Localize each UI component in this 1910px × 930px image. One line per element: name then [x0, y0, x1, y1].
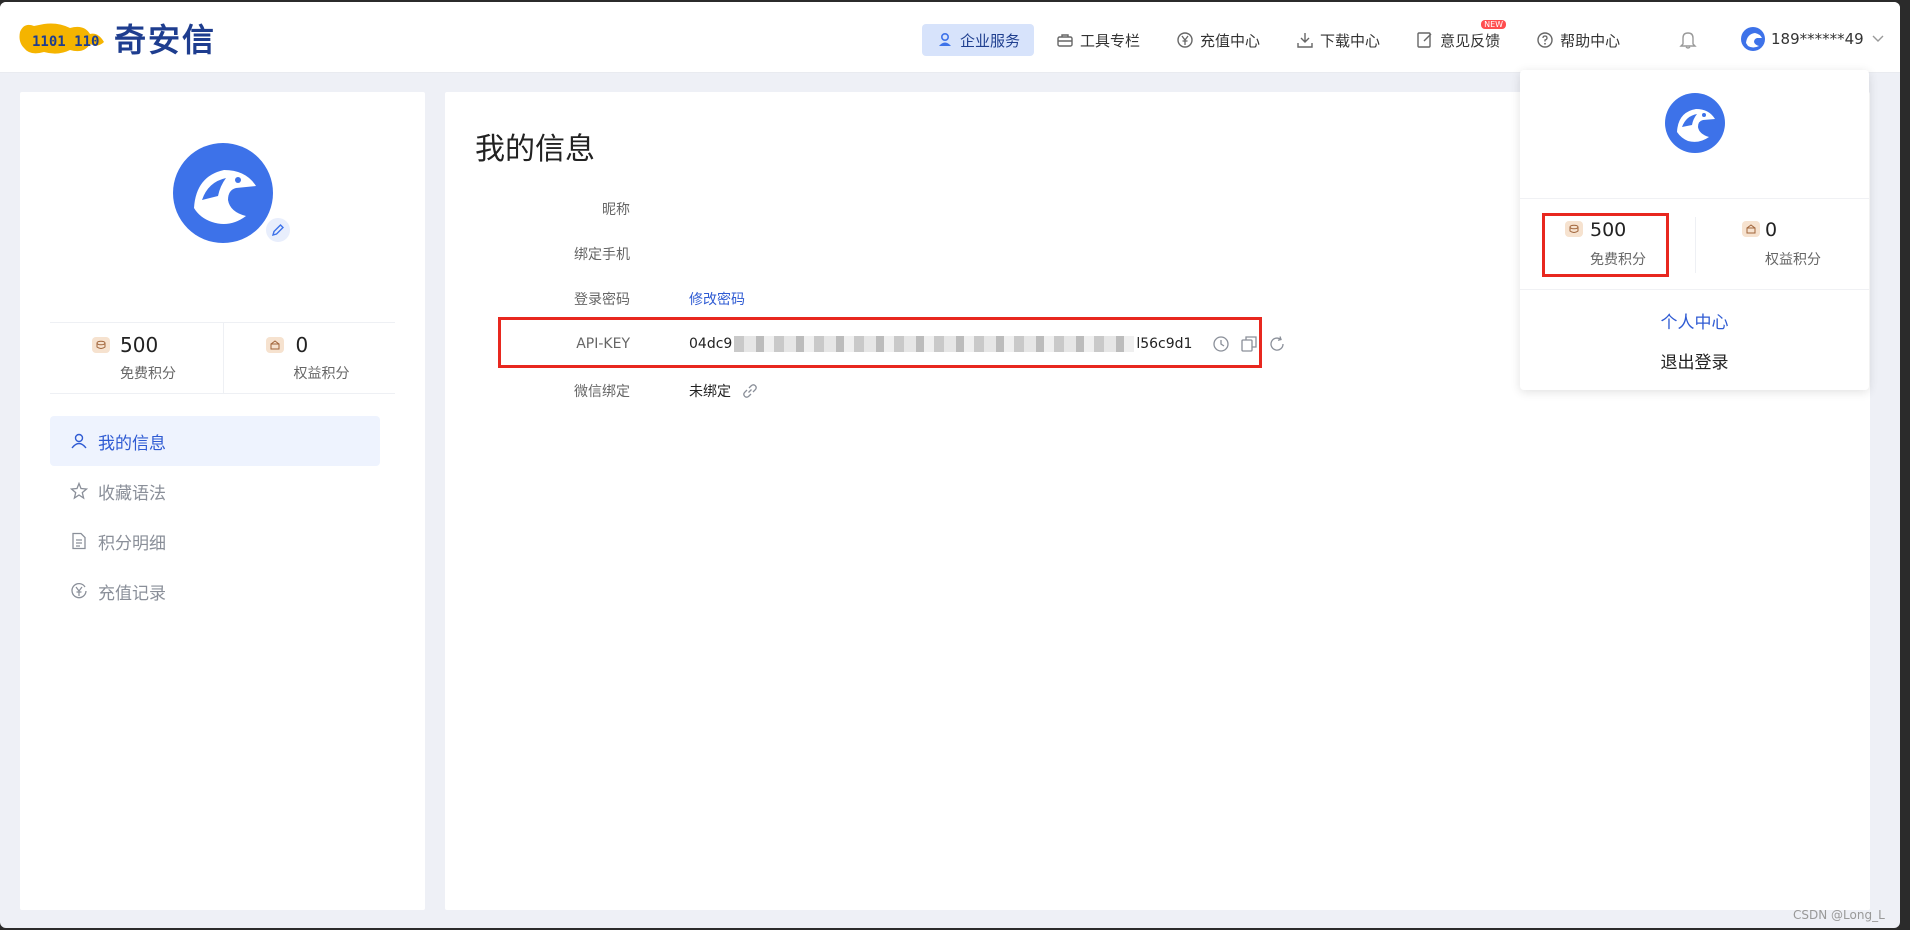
free-points-value: 500 [120, 333, 159, 357]
sidebar-item-recharge-record[interactable]: 充值记录 [50, 566, 380, 616]
gift-icon [265, 337, 284, 353]
sidebar-menu: 我的信息 收藏语法 积分明细 充值记录 [50, 416, 380, 616]
link-icon[interactable] [741, 382, 759, 400]
logout-link[interactable]: 退出登录 [1520, 348, 1869, 373]
change-password-link[interactable]: 修改密码 [689, 289, 745, 309]
coin-stack-icon [1565, 221, 1583, 237]
phone-label: 绑定手机 [574, 247, 630, 263]
pencil-icon [271, 224, 284, 237]
brand-name: 奇安信 [114, 21, 217, 59]
yen-coin-icon [1177, 32, 1193, 48]
sidebar-item-label: 积分明细 [98, 533, 166, 554]
nav-label: 企业服务 [960, 31, 1021, 50]
user-menu-trigger[interactable]: 189******49 [1740, 26, 1884, 52]
toolbox-icon [1057, 34, 1073, 47]
help-icon [1537, 32, 1553, 48]
feedback-icon [1417, 32, 1432, 48]
sidebar-item-my-info[interactable]: 我的信息 [50, 416, 380, 466]
nav-label: 下载中心 [1320, 31, 1381, 50]
nav-enterprise-service[interactable]: 企业服务 [922, 24, 1035, 56]
nav-help[interactable]: 帮助中心 [1522, 24, 1634, 56]
top-header: 1101 110 奇安信 企业服务 工具专栏 充值中心 下载中心 意见反馈 NE… [0, 2, 1900, 73]
rights-points-label: 权益积分 [293, 366, 350, 382]
apikey-redacted [734, 336, 1135, 352]
sidebar-item-label: 我的信息 [98, 433, 166, 454]
yen-coin-icon [71, 583, 87, 599]
personal-center-link[interactable]: 个人中心 [1520, 308, 1869, 333]
dropdown-avatar [1665, 93, 1725, 153]
user-dropdown-menu: 500 免费积分 0 权益积分 个人中心 退出登录 [1520, 70, 1869, 390]
edit-avatar-button[interactable] [264, 216, 292, 244]
apikey-value[interactable]: 04dc9 l56c9d1 [689, 335, 1286, 353]
watermark: CSDN @Long_L [1793, 908, 1885, 922]
wechat-row: 微信绑定 未绑定 [475, 379, 759, 403]
history-icon[interactable] [1212, 335, 1230, 353]
password-row: 登录密码 修改密码 [475, 287, 745, 311]
sidebar-item-points-detail[interactable]: 积分明细 [50, 516, 380, 566]
wechat-label: 微信绑定 [574, 384, 630, 400]
dd-free-points-label: 免费积分 [1590, 252, 1646, 268]
page-title: 我的信息 [475, 132, 595, 167]
password-label: 登录密码 [574, 292, 630, 308]
nav-download[interactable]: 下载中心 [1282, 24, 1394, 56]
free-points-stat: 500 免费积分 [50, 323, 223, 393]
apikey-prefix: 04dc9 [689, 336, 733, 352]
copy-icon[interactable] [1240, 335, 1258, 353]
refresh-icon[interactable] [1268, 335, 1286, 353]
nav-label: 帮助中心 [1560, 31, 1621, 50]
profile-avatar[interactable] [172, 142, 274, 244]
gift-icon [1742, 221, 1760, 237]
rights-points-value: 0 [295, 333, 309, 357]
dd-rights-points-label: 权益积分 [1765, 252, 1821, 268]
dd-free-points-value: 500 [1590, 219, 1627, 241]
browser-window: 1101 110 奇安信 企业服务 工具专栏 充值中心 下载中心 意见反馈 NE… [0, 2, 1900, 928]
dropdown-points: 500 免费积分 0 权益积分 [1520, 198, 1869, 290]
chevron-down-icon [1872, 35, 1884, 42]
nav-recharge[interactable]: 充值中心 [1162, 24, 1274, 56]
brand-logo[interactable]: 1101 110 奇安信 [18, 18, 217, 59]
nav-tools[interactable]: 工具专栏 [1042, 24, 1154, 56]
star-icon [70, 482, 88, 500]
new-badge: NEW [1481, 20, 1507, 29]
apikey-label: API-KEY [576, 336, 630, 352]
bell-icon[interactable] [1679, 30, 1697, 50]
coin-stack-icon [92, 337, 110, 353]
nav-label: 充值中心 [1200, 31, 1261, 50]
wechat-value: 未绑定 [689, 384, 731, 400]
sidebar-item-label: 收藏语法 [98, 483, 166, 504]
nav-label: 意见反馈 [1440, 31, 1501, 50]
enterprise-icon [939, 32, 951, 46]
logo-digits: 1101 110 [32, 34, 99, 50]
sidebar-item-label: 充值记录 [98, 583, 166, 604]
document-icon [72, 532, 86, 550]
profile-sidebar: 500 免费积分 0 权益积分 我的信息 收藏语法 积分明细 充值记录 [20, 92, 425, 910]
apikey-suffix: l56c9d1 [1136, 336, 1193, 352]
phone-row: 绑定手机 [475, 242, 689, 266]
divider [1695, 217, 1696, 273]
sidebar-item-saved-syntax[interactable]: 收藏语法 [50, 466, 380, 516]
points-summary: 500 免费积分 0 权益积分 [50, 322, 395, 394]
nav-label: 工具专栏 [1080, 31, 1141, 50]
nickname-row: 昵称 [475, 197, 689, 221]
nickname-label: 昵称 [602, 202, 630, 218]
download-icon [1297, 33, 1313, 48]
free-points-label: 免费积分 [120, 366, 176, 382]
top-nav: 企业服务 工具专栏 充值中心 下载中心 意见反馈 NEW 帮助中心 [922, 20, 1642, 56]
user-phone: 189******49 [1771, 30, 1864, 48]
tiger-logo-icon: 1101 110 [19, 23, 104, 54]
rights-points-stat: 0 权益积分 [222, 323, 396, 393]
dd-rights-points-value: 0 [1765, 219, 1778, 241]
nav-feedback[interactable]: 意见反馈 NEW [1402, 20, 1514, 56]
apikey-row: API-KEY 04dc9 l56c9d1 [475, 332, 1286, 356]
avatar [1741, 27, 1765, 51]
user-icon [71, 433, 87, 449]
